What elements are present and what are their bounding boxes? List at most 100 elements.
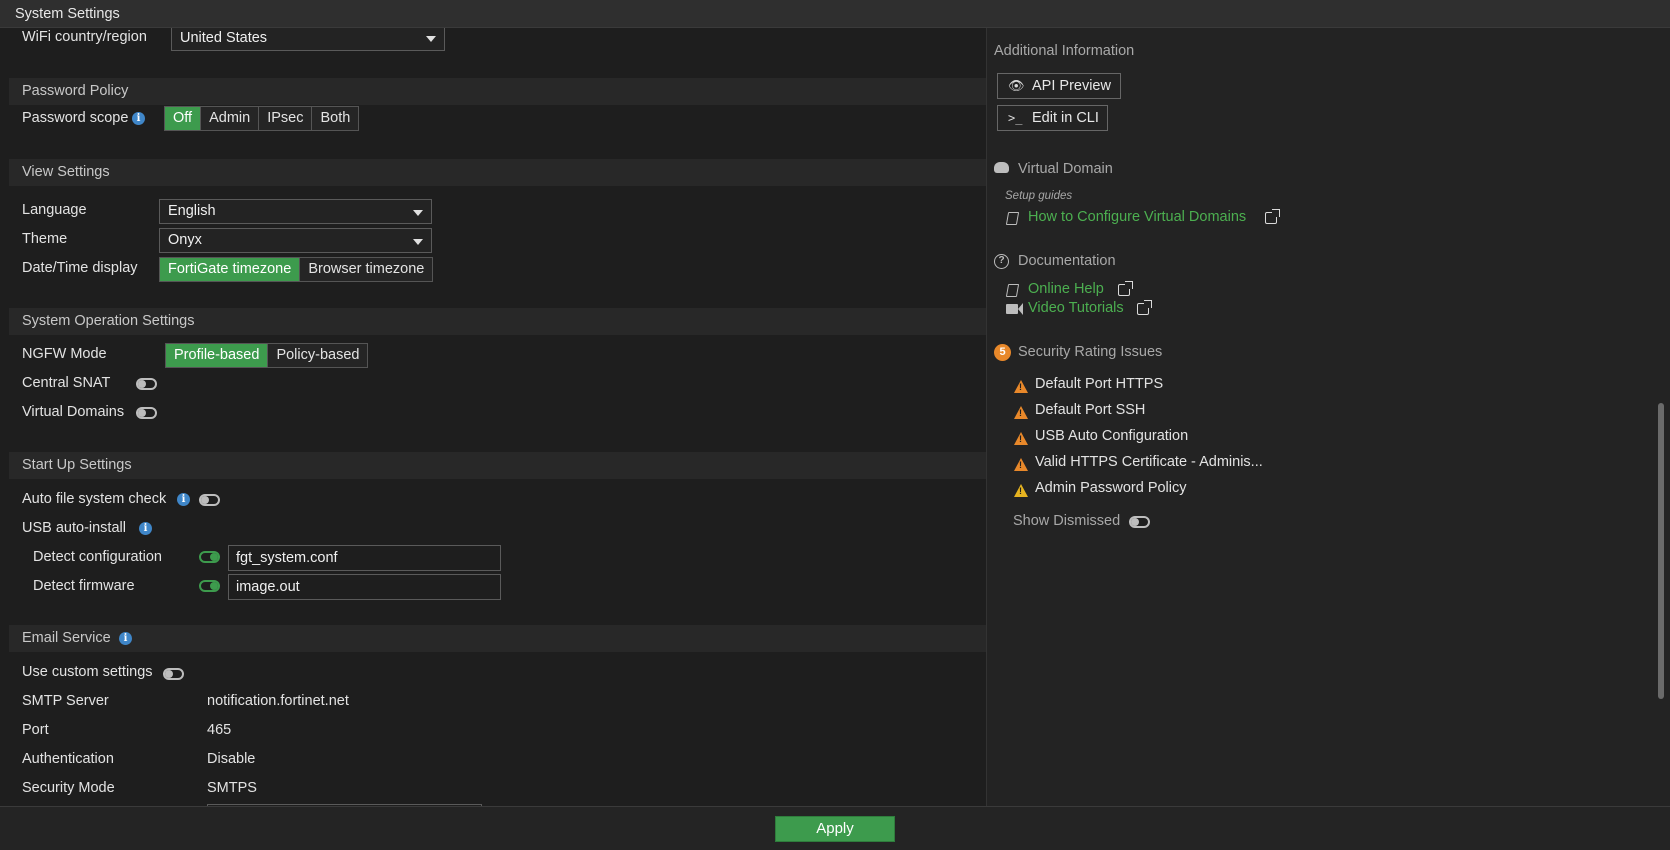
video-icon-lens (1018, 303, 1023, 315)
footer-bar: Apply (0, 806, 1670, 850)
scrollbar[interactable] (1658, 403, 1664, 699)
detect-firmware-input[interactable] (228, 574, 501, 600)
documentation-header: Documentation (1018, 253, 1116, 269)
wifi-country-select[interactable]: United States (171, 28, 445, 51)
datetime-fortigate[interactable]: FortiGate timezone (160, 258, 301, 281)
password-scope-off[interactable]: Off (165, 107, 202, 130)
warning-icon (1014, 484, 1028, 497)
issue-item[interactable]: USB Auto Configuration (1035, 428, 1188, 444)
api-preview-label: API Preview (1032, 78, 1111, 94)
video-tutorials-link[interactable]: Video Tutorials (1028, 300, 1124, 316)
password-scope-both[interactable]: Both (312, 107, 358, 130)
title-bar: System Settings (0, 0, 1670, 28)
book-icon (1005, 284, 1020, 297)
info-icon[interactable]: i (119, 632, 132, 645)
theme-select[interactable]: Onyx (159, 228, 432, 253)
password-scope-admin[interactable]: Admin (201, 107, 260, 130)
info-icon[interactable]: i (177, 493, 190, 506)
issue-item[interactable]: Default Port SSH (1035, 402, 1145, 418)
eye-icon: 👁 (1008, 78, 1025, 93)
cloud-icon (994, 162, 1009, 173)
datetime-browser[interactable]: Browser timezone (300, 258, 432, 281)
wifi-label: WiFi country/region (22, 29, 147, 45)
section-header-startup: Start Up Settings (9, 452, 986, 479)
password-scope-selector[interactable]: Off Admin IPsec Both (164, 106, 360, 131)
smtp-label: SMTP Server (22, 693, 109, 709)
video-icon (1006, 304, 1018, 314)
datetime-selector[interactable]: FortiGate timezone Browser timezone (159, 257, 434, 282)
section-header-view-settings: View Settings (9, 159, 986, 186)
virtual-domains-label: Virtual Domains (22, 404, 125, 420)
security-mode-label: Security Mode (22, 780, 115, 796)
detect-config-input[interactable] (228, 545, 501, 571)
section-title: View Settings (22, 164, 110, 180)
detect-config-toggle[interactable] (199, 551, 220, 563)
language-value: English (168, 203, 216, 219)
external-link-icon[interactable] (1265, 209, 1280, 224)
window-title: System Settings (15, 6, 120, 22)
central-snat-label: Central SNAT (22, 375, 111, 391)
external-link-icon[interactable] (1137, 300, 1152, 315)
auto-fs-toggle[interactable] (199, 494, 220, 506)
section-title: Start Up Settings (22, 457, 132, 473)
apply-button[interactable]: Apply (775, 816, 895, 842)
usb-auto-install-label: USB auto-install (22, 520, 126, 536)
setup-guides-label: Setup guides (1005, 190, 1073, 202)
security-count-badge: 5 (994, 344, 1011, 361)
issue-item[interactable]: Valid HTTPS Certificate - Adminis... (1035, 454, 1263, 470)
warning-icon (1014, 380, 1028, 393)
detect-firmware-toggle[interactable] (199, 580, 220, 592)
section-header-password-policy: Password Policy (9, 78, 986, 105)
section-title: System Operation Settings (22, 313, 195, 329)
custom-settings-toggle[interactable] (163, 668, 184, 680)
issue-item[interactable]: Admin Password Policy (1035, 480, 1187, 496)
section-header-system-operation: System Operation Settings (9, 308, 986, 335)
auth-value: Disable (207, 751, 256, 767)
ngfw-profile-based[interactable]: Profile-based (166, 344, 269, 367)
security-mode-value: SMTPS (207, 780, 257, 796)
info-sidebar: Additional Information 👁 API Preview >_ … (986, 28, 1670, 806)
terminal-icon: >_ (1008, 111, 1023, 125)
central-snat-toggle[interactable] (136, 378, 157, 390)
section-header-email: Email Service (9, 625, 986, 652)
edit-cli-label: Edit in CLI (1032, 110, 1099, 126)
question-icon: ? (994, 254, 1009, 269)
info-icon[interactable]: i (139, 522, 152, 535)
show-dismissed-toggle[interactable] (1129, 516, 1150, 528)
chevron-down-icon (426, 36, 436, 42)
how-to-vdom-link[interactable]: How to Configure Virtual Domains (1028, 209, 1246, 225)
ngfw-policy-based[interactable]: Policy-based (268, 344, 367, 367)
external-link-icon[interactable] (1118, 281, 1133, 296)
chevron-down-icon (413, 210, 423, 216)
language-label: Language (22, 202, 87, 218)
issue-item[interactable]: Default Port HTTPS (1035, 376, 1163, 392)
book-icon (1005, 212, 1020, 225)
warning-icon (1014, 432, 1028, 445)
online-help-link[interactable]: Online Help (1028, 281, 1104, 297)
ngfw-label: NGFW Mode (22, 346, 107, 362)
chevron-down-icon (413, 239, 423, 245)
password-scope-ipsec[interactable]: IPsec (259, 107, 313, 130)
password-scope-label: Password scope (22, 110, 129, 126)
edit-cli-button[interactable]: >_ Edit in CLI (997, 105, 1108, 131)
ngfw-mode-selector[interactable]: Profile-based Policy-based (165, 343, 369, 368)
smtp-value: notification.fortinet.net (207, 693, 349, 709)
warning-icon (1014, 458, 1028, 471)
show-dismissed-label: Show Dismissed (1013, 513, 1121, 529)
api-preview-button[interactable]: 👁 API Preview (997, 73, 1121, 99)
section-title: Password Policy (22, 83, 129, 99)
auth-label: Authentication (22, 751, 114, 767)
virtual-domain-header: Virtual Domain (1018, 161, 1113, 177)
port-label: Port (22, 722, 49, 738)
detect-firmware-label: Detect firmware (33, 578, 135, 594)
settings-form: WiFi country/region United States Passwo… (9, 28, 986, 806)
wifi-country-value: United States (180, 30, 268, 46)
info-icon[interactable]: i (132, 112, 145, 125)
detect-config-label: Detect configuration (33, 549, 162, 565)
theme-value: Onyx (168, 232, 202, 248)
virtual-domains-toggle[interactable] (136, 407, 157, 419)
language-select[interactable]: English (159, 199, 432, 224)
warning-icon (1014, 406, 1028, 419)
datetime-label: Date/Time display (22, 260, 138, 276)
security-rating-header: Security Rating Issues (1018, 344, 1163, 360)
